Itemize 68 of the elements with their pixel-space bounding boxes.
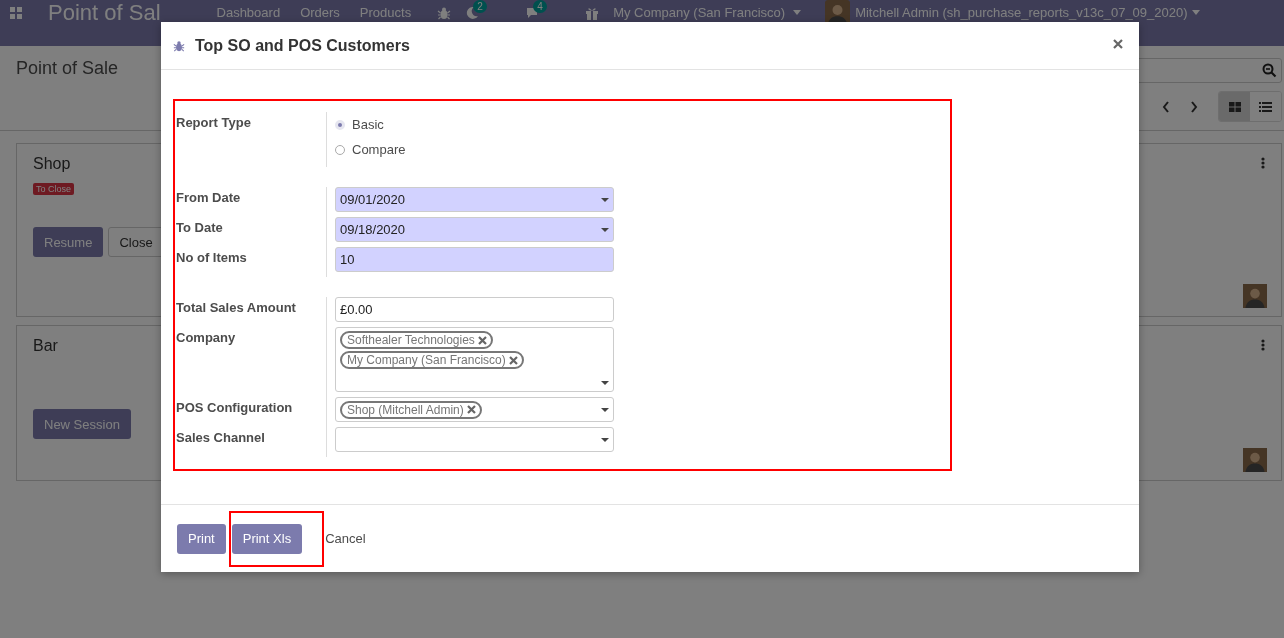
- close-icon[interactable]: [1113, 38, 1123, 49]
- user-menu[interactable]: Mitchell Admin (sh_purchase_reports_v13c_07_09_2020): [855, 5, 1188, 20]
- remove-tag-icon[interactable]: [508, 355, 518, 365]
- field-label: No of Items: [176, 249, 248, 267]
- field-label: POS Configuration: [176, 399, 294, 417]
- dropdown-caret-icon[interactable]: [601, 437, 609, 442]
- field-label: Sales Channel: [176, 429, 266, 447]
- bug-icon[interactable]: [437, 5, 452, 20]
- card-button[interactable]: Close: [108, 227, 164, 257]
- tag-chip[interactable]: My Company (San Francisco): [340, 351, 524, 369]
- tag-label: Softhealer Technologies: [347, 333, 475, 347]
- dropdown-caret-icon[interactable]: [601, 407, 609, 412]
- status-badge: To Close: [33, 183, 74, 195]
- date-field[interactable]: 09/18/2020: [335, 217, 614, 242]
- company-switcher[interactable]: My Company (San Francisco): [613, 5, 786, 20]
- tag-label: My Company (San Francisco): [347, 353, 506, 367]
- bug-icon: [173, 39, 185, 52]
- gift-icon[interactable]: [585, 5, 600, 20]
- tag-label: Shop (Mitchell Admin): [347, 402, 464, 417]
- input-field[interactable]: £0.00: [335, 297, 614, 322]
- next-icon[interactable]: [1190, 100, 1198, 113]
- field-label: Company: [176, 329, 237, 347]
- caret-icon: [793, 10, 802, 15]
- input-field[interactable]: 10: [335, 247, 614, 272]
- breadcrumb-title: Point of Sale: [16, 58, 119, 78]
- app-title: Point of Sal: [48, 0, 161, 26]
- dialog-button[interactable]: Print: [177, 523, 226, 554]
- notification-badge: 2: [473, 0, 487, 13]
- search-icon[interactable]: [1262, 63, 1277, 78]
- menu-item[interactable]: Products: [359, 5, 412, 20]
- field-label: Report Type: [176, 114, 252, 132]
- field-label: To Date: [176, 219, 224, 237]
- dialog-button[interactable]: Print Xls: [231, 523, 303, 554]
- caret-icon: [1191, 10, 1200, 15]
- more-options-icon[interactable]: [1261, 339, 1265, 351]
- field-label: From Date: [176, 189, 242, 207]
- avatar-icon: [1243, 284, 1267, 308]
- list-icon: [1259, 101, 1272, 112]
- dropdown-caret-icon[interactable]: [601, 227, 609, 232]
- kanban-view-button[interactable]: [1219, 92, 1250, 121]
- apps-menu-icon[interactable]: [10, 6, 22, 19]
- dialog-title: Top SO and POS Customers: [195, 36, 411, 55]
- card-button[interactable]: Resume: [33, 227, 104, 257]
- radio-button[interactable]: [335, 144, 345, 155]
- notification-badge: 4: [533, 0, 547, 13]
- radio-label: Basic: [352, 117, 384, 132]
- date-field[interactable]: 09/01/2020: [335, 187, 614, 212]
- dropdown-caret-icon[interactable]: [601, 381, 609, 385]
- tags-field[interactable]: Softhealer Technologies My Company (San Francisco): [335, 327, 614, 392]
- card-title: Shop: [33, 155, 72, 173]
- previous-icon[interactable]: [1162, 100, 1170, 113]
- remove-tag-icon[interactable]: [477, 335, 487, 345]
- tag-chip[interactable]: Softhealer Technologies: [340, 331, 493, 349]
- tags-field[interactable]: Shop (Mitchell Admin): [335, 397, 614, 422]
- card-title: Bar: [33, 337, 59, 355]
- cancel-link[interactable]: Cancel: [318, 523, 373, 554]
- avatar-icon: [1243, 448, 1267, 472]
- select-field[interactable]: [335, 427, 614, 452]
- more-options-icon[interactable]: [1261, 157, 1265, 169]
- grid-icon: [1228, 101, 1241, 112]
- menu-item[interactable]: Dashboard: [216, 5, 281, 20]
- field-label: Total Sales Amount: [176, 299, 297, 317]
- tag-chip[interactable]: Shop (Mitchell Admin): [340, 400, 482, 419]
- radio-label: Compare: [352, 142, 406, 157]
- menu-item[interactable]: Orders: [300, 5, 340, 20]
- remove-tag-icon[interactable]: [466, 405, 476, 414]
- card-button[interactable]: New Session: [33, 409, 131, 439]
- dropdown-caret-icon[interactable]: [601, 197, 609, 202]
